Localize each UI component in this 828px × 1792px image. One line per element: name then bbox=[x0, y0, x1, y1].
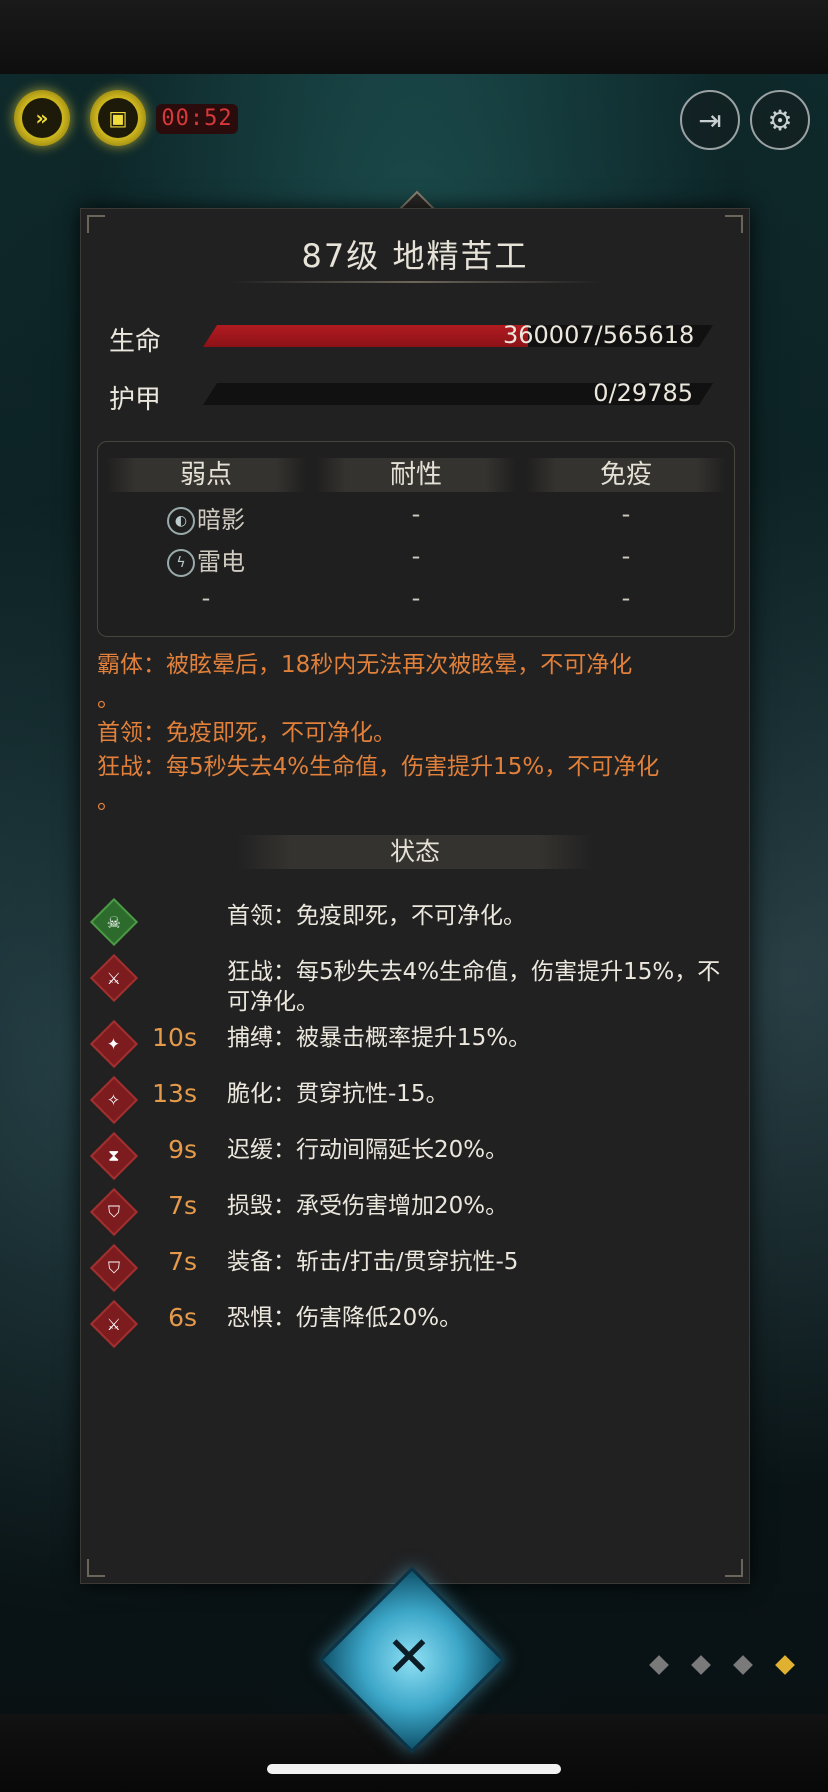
fast-forward-button[interactable]: » bbox=[14, 90, 70, 146]
weakness-cell: - bbox=[201, 584, 211, 612]
weakness-cell: ◐ 暗影 bbox=[106, 500, 306, 535]
status-description: 损毁：承受伤害增加20%。 bbox=[227, 1193, 509, 1219]
auto-battle-icon: ▣ bbox=[98, 98, 138, 138]
skull-icon: ☠ bbox=[89, 897, 139, 947]
status-description: 首领：免疫即死，不可净化。 bbox=[227, 903, 526, 929]
top-bar bbox=[0, 0, 828, 76]
status-duration: 7s bbox=[168, 1247, 197, 1276]
trait-line: 霸体：被眩晕后，18秒内无法再次被眩晕，不可净化 bbox=[97, 652, 633, 678]
armor-value: 0/29785 bbox=[593, 379, 693, 407]
status-description: 狂战：每5秒失去4%生命值，伤害提升15%，不可净化。 bbox=[227, 959, 721, 1015]
immunity-cell: - bbox=[621, 584, 631, 612]
weakness-value: 暗影 bbox=[197, 506, 245, 534]
hp-bar-fill bbox=[203, 325, 528, 347]
hp-label: 生命 bbox=[109, 327, 162, 357]
exit-icon: ⇥ bbox=[698, 103, 722, 137]
resistance-cell: - bbox=[411, 584, 421, 612]
status-description: 脆化：贯穿抗性-15。 bbox=[227, 1081, 449, 1107]
immunity-cell: - bbox=[621, 500, 631, 528]
weakness-value: 雷电 bbox=[197, 548, 245, 576]
status-duration: 9s bbox=[168, 1135, 197, 1164]
hp-value: 360007/565618 bbox=[503, 321, 695, 349]
panel-corner bbox=[725, 1559, 743, 1577]
exit-button[interactable]: ⇥ bbox=[680, 90, 740, 150]
hourglass-icon: ⧗ bbox=[89, 1131, 139, 1181]
monster-title: 87级 地精苦工 bbox=[301, 237, 529, 275]
settings-button[interactable]: ⚙ bbox=[750, 90, 810, 150]
armor-label: 护甲 bbox=[109, 385, 162, 415]
lightning-icon: ϟ bbox=[167, 549, 195, 577]
weakness-cell: ϟ 雷电 bbox=[106, 542, 306, 577]
berserk-icon: ⚔ bbox=[89, 953, 139, 1003]
trait-line: 狂战：每5秒失去4%生命值，伤害提升15%，不可净化 bbox=[97, 754, 660, 780]
resistance-header: 耐性 bbox=[316, 458, 516, 492]
fear-icon: ⚔ bbox=[89, 1299, 139, 1349]
status-description: 恐惧：伤害降低20%。 bbox=[227, 1305, 463, 1331]
status-description: 迟缓：行动间隔延长20%。 bbox=[227, 1137, 509, 1163]
trait-line: 。 bbox=[97, 686, 120, 712]
status-description: 捕缚：被暴击概率提升15%。 bbox=[227, 1025, 532, 1051]
status-section-title: 状态 bbox=[237, 835, 593, 869]
panel-corner bbox=[87, 1559, 105, 1577]
status-duration: 10s bbox=[152, 1023, 197, 1052]
immunity-cell: - bbox=[621, 542, 631, 570]
status-duration: 13s bbox=[152, 1079, 197, 1108]
close-icon: ✕ bbox=[385, 1624, 433, 1690]
shadow-icon: ◐ bbox=[167, 507, 195, 535]
gear-icon: ⚙ bbox=[767, 103, 793, 137]
title-divider bbox=[231, 281, 599, 283]
bind-icon: ✦ bbox=[89, 1019, 139, 1069]
home-indicator[interactable] bbox=[267, 1764, 561, 1774]
auto-battle-button[interactable]: ▣ bbox=[90, 90, 146, 146]
resistance-cell: - bbox=[411, 542, 421, 570]
shield-icon: ⛉ bbox=[89, 1243, 139, 1293]
battle-timer: 00:52 bbox=[156, 104, 238, 134]
status-duration: 6s bbox=[168, 1303, 197, 1332]
status-duration: 7s bbox=[168, 1191, 197, 1220]
brittle-icon: ✧ bbox=[89, 1075, 139, 1125]
monster-info-panel: 87级 地精苦工 生命 360007/565618 护甲 0/29785 弱点 … bbox=[80, 208, 750, 1584]
resistance-table: 弱点 耐性 免疫 ◐ 暗影 - - ϟ 雷电 - - - - - bbox=[97, 441, 735, 637]
trait-line: 。 bbox=[97, 788, 120, 814]
fast-forward-icon: » bbox=[22, 98, 62, 138]
immunity-header: 免疫 bbox=[526, 458, 726, 492]
shield-break-icon: ⛉ bbox=[89, 1187, 139, 1237]
status-description: 装备：斩击/打击/贯穿抗性-5 bbox=[227, 1249, 519, 1275]
weakness-header: 弱点 bbox=[106, 458, 306, 492]
resistance-cell: - bbox=[411, 500, 421, 528]
trait-line: 首领：免疫即死，不可净化。 bbox=[97, 720, 396, 746]
